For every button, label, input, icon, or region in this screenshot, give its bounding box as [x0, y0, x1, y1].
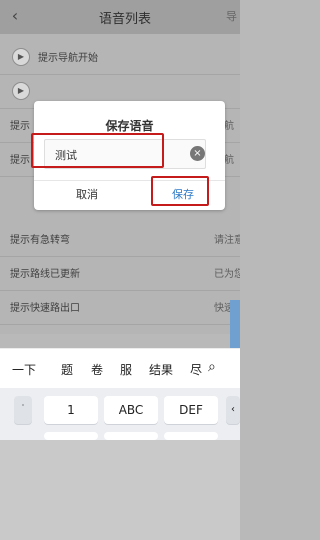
- delete-key[interactable]: ‹: [226, 396, 240, 424]
- header-bar: ‹ 语音列表 导: [0, 0, 240, 34]
- keyboard: ˙ 1 ABC DEF ‹: [0, 388, 240, 440]
- clear-circle-icon[interactable]: ×: [190, 146, 205, 161]
- punct-key[interactable]: ˙: [14, 396, 32, 424]
- search-icon[interactable]: ⌕: [208, 359, 230, 379]
- list-item[interactable]: ▶ 提示导航开始: [0, 40, 240, 75]
- list-item-label: 提示路线已更新: [10, 269, 80, 280]
- list-item-label: 提示快速路出口: [10, 303, 80, 314]
- suggestion-item[interactable]: 尽: [190, 361, 202, 379]
- dialog-title: 保存语音: [105, 119, 154, 133]
- list-item-label: 提示有急转弯: [10, 235, 70, 246]
- key-1[interactable]: 1: [44, 396, 98, 424]
- key-row2[interactable]: [44, 432, 98, 440]
- play-icon[interactable]: ▶: [12, 48, 30, 66]
- header-right-peek[interactable]: 导: [226, 8, 240, 26]
- key-abc[interactable]: ABC: [104, 396, 158, 424]
- highlight-save-box: [151, 176, 209, 206]
- list-item[interactable]: 提示快速路出口 快速: [0, 290, 240, 325]
- suggestion-item[interactable]: 结果: [149, 361, 173, 379]
- list-item-label: 提示导航开始: [38, 53, 98, 64]
- bottom-area: [0, 440, 240, 540]
- cancel-button[interactable]: 取消: [52, 182, 122, 208]
- suggestion-item[interactable]: 一下: [12, 361, 36, 379]
- highlight-input-box: [31, 133, 164, 168]
- back-icon[interactable]: ‹: [6, 6, 24, 26]
- list-item[interactable]: 提示路线已更新 已为您: [0, 256, 240, 291]
- keyboard-suggestion-bar: 一下 题 卷 服 结果 尽 ⌕: [0, 348, 240, 389]
- page-title: 语音列表: [98, 12, 151, 27]
- suggestion-item[interactable]: 卷: [91, 361, 103, 379]
- suggestion-item[interactable]: 服: [120, 361, 132, 379]
- list-item[interactable]: 提示有急转弯 请注意: [0, 222, 240, 257]
- play-icon[interactable]: ▶: [12, 82, 30, 100]
- list-item-right: 请注意: [214, 235, 240, 246]
- key-row2[interactable]: [104, 432, 158, 440]
- key-row2[interactable]: [164, 432, 218, 440]
- suggestion-item[interactable]: 题: [61, 361, 73, 379]
- key-def[interactable]: DEF: [164, 396, 218, 424]
- list-item-right: 已为您: [214, 269, 240, 280]
